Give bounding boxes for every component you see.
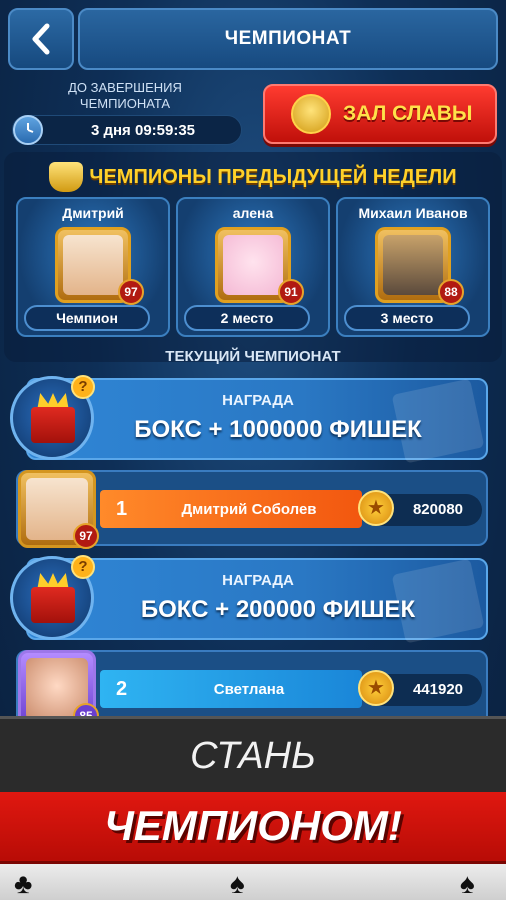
star-icon: ★ — [358, 490, 394, 526]
prize-label: НАГРАДА — [222, 572, 294, 589]
hall-of-fame-label: ЗАЛ СЛАВЫ — [343, 102, 473, 125]
page-title-text: ЧЕМПИОНАТ — [224, 28, 352, 49]
player-name: Светлана — [213, 681, 285, 698]
level-badge: 97 — [73, 523, 99, 549]
player-photo — [383, 235, 443, 295]
question-icon[interactable]: ? — [71, 375, 95, 399]
previous-champions-title: ЧЕМПИОНЫ ПРЕДЫДУЩЕЙ НЕДЕЛИ — [89, 165, 457, 188]
place-badge: 3 место — [344, 305, 470, 331]
champion-name: Михаил Иванов — [358, 205, 468, 221]
promo-line2: ЧЕМПИОНОМ! — [104, 802, 402, 849]
star-icon: ★ — [358, 670, 394, 706]
back-button[interactable] — [8, 8, 74, 70]
score-box: ★ 441920 — [358, 670, 482, 706]
avatar: 97 — [18, 470, 99, 549]
playing-cards-strip: ♣ ♠ ♠ — [0, 864, 506, 900]
timer-value: 3 дня 09:59:35 — [90, 122, 196, 139]
score-value: 441920 — [412, 681, 464, 698]
level-badge: 88 — [438, 279, 464, 305]
question-icon[interactable]: ? — [71, 555, 95, 579]
place-badge: Чемпион — [24, 305, 150, 331]
rank-number: 2 — [116, 678, 128, 700]
champion-name: Дмитрий — [62, 205, 124, 221]
prize-label: НАГРАДА — [222, 392, 294, 409]
promo-line1: СТАНЬ — [190, 735, 316, 777]
current-championship-label: ТЕКУЩИЙ ЧЕМПИОНАТ — [165, 348, 341, 365]
prize-banner-2[interactable]: НАГРАДА БОКС + 200000 ФИШЕК — [26, 558, 488, 644]
box-icon — [31, 587, 75, 623]
prize-banner-1[interactable]: НАГРАДА БОКС + 1000000 ФИШЕК — [26, 378, 488, 464]
rank-number: 1 — [116, 498, 128, 520]
level-badge: 91 — [278, 279, 304, 305]
score-value: 820080 — [412, 501, 464, 518]
rank-bar: 2 Светлана — [100, 670, 362, 708]
timer-label-line1: ДО ЗАВЕРШЕНИЯ — [68, 80, 182, 95]
level-badge: 97 — [118, 279, 144, 305]
spade-icon: ♠ — [460, 868, 475, 899]
page-title: ЧЕМПИОНАТ — [78, 8, 498, 70]
trophy-icon — [49, 162, 84, 192]
timer-box: 3 дня 09:59:35 — [12, 115, 242, 145]
promo-banner-top: СТАНЬ — [0, 716, 506, 792]
trophy-icon — [291, 94, 331, 134]
spade-icon: ♠ — [230, 868, 245, 899]
champion-card-3[interactable]: Михаил Иванов 88 3 место — [336, 197, 490, 337]
chevron-left-icon — [32, 23, 50, 55]
player-photo — [63, 235, 123, 295]
player-photo — [223, 235, 283, 295]
clock-icon — [13, 115, 43, 145]
rank-bar: 1 Дмитрий Соболев — [100, 490, 362, 528]
place-badge: 2 место — [184, 305, 310, 331]
promo-banner-bottom: ЧЕМПИОНОМ! — [0, 792, 506, 864]
champion-name: алена — [232, 205, 274, 221]
table-row[interactable]: 97 1 Дмитрий Соболев ★ 820080 — [16, 470, 488, 549]
box-icon — [31, 407, 75, 443]
previous-champions-panel: ЧЕМПИОНЫ ПРЕДЫДУЩЕЙ НЕДЕЛИ Дмитрий 97 Че… — [4, 152, 502, 362]
hall-of-fame-button[interactable]: ЗАЛ СЛАВЫ — [263, 84, 497, 144]
timer-label-line2: ЧЕМПИОНАТА — [79, 96, 171, 111]
prize-value: БОКС + 200000 ФИШЕК — [140, 596, 416, 623]
gift-box-icon[interactable]: ? — [10, 375, 95, 460]
club-icon: ♣ — [14, 868, 33, 899]
previous-champions-header: ЧЕМПИОНЫ ПРЕДЫДУЩЕЙ НЕДЕЛИ — [4, 160, 502, 194]
table-row[interactable]: 85 2 Светлана ★ 441920 — [16, 650, 488, 729]
header: ЧЕМПИОНАТ — [0, 0, 506, 76]
gift-box-icon[interactable]: ? — [10, 555, 95, 640]
champion-card-1[interactable]: Дмитрий 97 Чемпион — [16, 197, 170, 337]
timer-label: ДО ЗАВЕРШЕНИЯ ЧЕМПИОНАТА — [40, 80, 210, 112]
prize-value: БОКС + 1000000 ФИШЕК — [134, 416, 422, 443]
champion-card-2[interactable]: алена 91 2 место — [176, 197, 330, 337]
player-name: Дмитрий Соболев — [181, 501, 317, 518]
score-box: ★ 820080 — [358, 490, 482, 526]
